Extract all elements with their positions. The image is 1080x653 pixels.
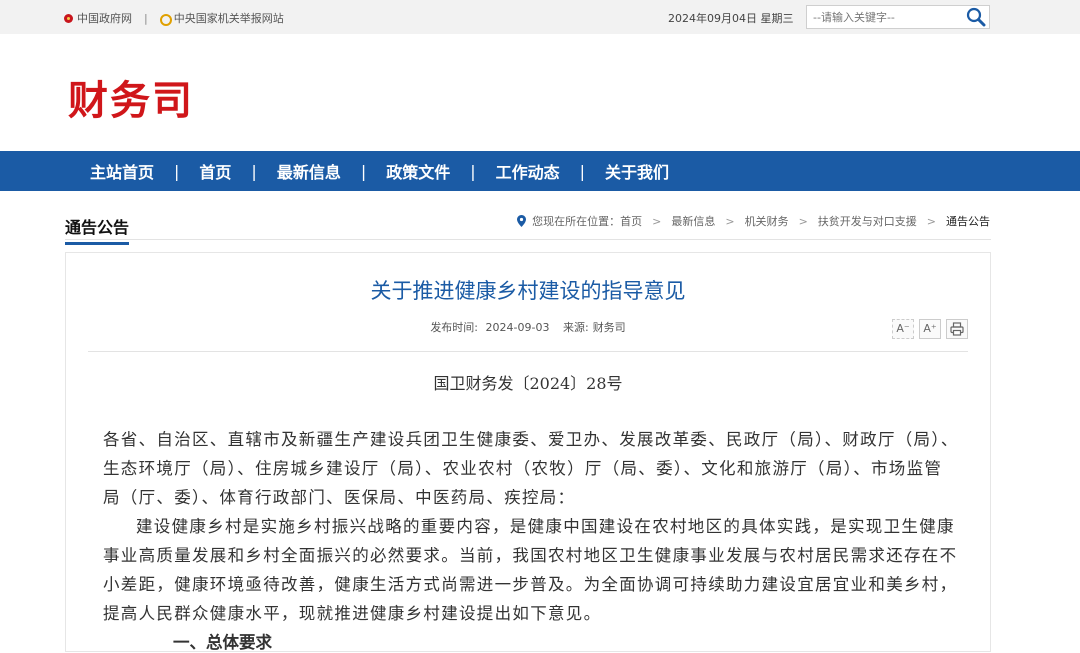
section-divider xyxy=(65,239,991,240)
nav-item-latest[interactable]: 最新信息 xyxy=(277,159,341,183)
top-utility-bar: 中国政府网 | 中央国家机关举报网站 2024年09月04日 星期三 xyxy=(0,0,1080,34)
article-panel: 关于推进健康乡村建设的指导意见 发布时间: 2024-09-03 来源: 财务司 … xyxy=(65,252,991,652)
breadcrumb: 您现在所在位置： 首页 > 最新信息 > 机关财务 > 扶贫开发与对口支援 > … xyxy=(517,213,990,229)
nav-divider: | xyxy=(174,161,180,181)
gov-site-link[interactable]: 中国政府网 xyxy=(64,10,132,26)
publish-date: 2024-09-03 xyxy=(485,321,550,334)
article-tools: A⁻ A⁺ xyxy=(887,319,968,339)
breadcrumb-separator: > xyxy=(798,214,808,228)
nav-item-policy[interactable]: 政策文件 xyxy=(386,159,450,183)
document-number: 国卫财务发〔2024〕28号 xyxy=(433,374,623,393)
article-paragraph: 建设健康乡村是实施乡村振兴战略的重要内容，是健康中国建设在农村地区的具体实践，是… xyxy=(103,517,958,623)
breadcrumb-prefix: 您现在所在位置： xyxy=(532,215,621,228)
breadcrumb-item-poverty[interactable]: 扶贫开发与对口支援 xyxy=(818,213,917,229)
top-links-separator: | xyxy=(144,11,148,25)
article-salutation: 各省、自治区、直辖市及新疆生产建设兵团卫生健康委、爱卫办、发展改革委、民政厅（局… xyxy=(103,430,959,507)
article-divider xyxy=(88,351,968,352)
report-icon xyxy=(159,13,172,26)
source-label: 来源: xyxy=(562,321,589,334)
breadcrumb-separator: > xyxy=(725,214,735,228)
report-site-link-label: 中央国家机关举报网站 xyxy=(173,12,284,25)
search-button[interactable] xyxy=(965,7,987,27)
nav-item-home[interactable]: 首页 xyxy=(199,159,231,183)
font-smaller-button[interactable]: A⁻ xyxy=(892,319,914,339)
national-emblem-icon xyxy=(64,13,73,23)
font-larger-button[interactable]: A⁺ xyxy=(919,319,941,339)
nav-item-about[interactable]: 关于我们 xyxy=(605,159,669,183)
top-links: 中国政府网 | 中央国家机关举报网站 xyxy=(64,10,284,26)
breadcrumb-separator: > xyxy=(926,214,936,228)
search-icon xyxy=(966,7,986,27)
breadcrumb-current: 通告公告 xyxy=(946,215,990,228)
search-input[interactable] xyxy=(807,6,957,29)
location-pin-icon xyxy=(517,215,527,227)
breadcrumb-item-home[interactable]: 首页 xyxy=(620,213,642,229)
nav-item-main-home[interactable]: 主站首页 xyxy=(90,159,154,183)
source-value: 财务司 xyxy=(592,321,626,334)
breadcrumb-separator: > xyxy=(652,214,662,228)
nav-divider: | xyxy=(470,161,476,181)
article-title: 关于推进健康乡村建设的指导意见 xyxy=(370,279,686,303)
breadcrumb-item-latest[interactable]: 最新信息 xyxy=(671,213,715,229)
printer-icon xyxy=(950,322,964,336)
report-site-link[interactable]: 中央国家机关举报网站 xyxy=(159,10,284,26)
main-nav: 主站首页 | 首页 | 最新信息 | 政策文件 | 工作动态 | 关于我们 xyxy=(0,151,1080,191)
search-box xyxy=(806,5,990,29)
breadcrumb-item-finance[interactable]: 机关财务 xyxy=(745,213,789,229)
article-meta: 发布时间: 2024-09-03 来源: 财务司 xyxy=(66,319,990,335)
nav-divider: | xyxy=(579,161,586,181)
article-body: 各省、自治区、直辖市及新疆生产建设兵团卫生健康委、爱卫办、发展改革委、民政厅（局… xyxy=(103,425,959,628)
site-title: 财务司 xyxy=(68,78,194,124)
print-button[interactable] xyxy=(946,319,968,339)
section-title: 通告公告 xyxy=(65,214,130,245)
nav-item-work-news[interactable]: 工作动态 xyxy=(496,159,560,183)
publish-label: 发布时间: xyxy=(430,321,479,334)
nav-divider: | xyxy=(360,161,367,181)
current-date: 2024年09月04日 星期三 xyxy=(668,12,794,25)
nav-divider: | xyxy=(251,161,257,181)
gov-site-link-label: 中国政府网 xyxy=(77,12,132,25)
